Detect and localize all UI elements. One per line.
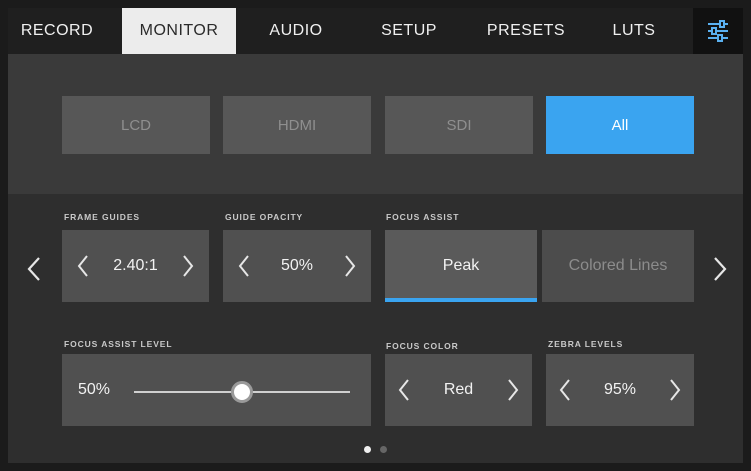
chevron-left-icon [238,255,249,277]
chevron-right-icon [670,379,681,401]
tab-setup[interactable]: SETUP [364,8,454,54]
tab-record[interactable]: RECORD [8,8,106,54]
focus-assist-level-label: FOCUS ASSIST LEVEL [64,339,173,349]
chevron-right-icon [183,255,194,277]
zebra-levels-decrease[interactable] [554,375,576,405]
tab-presets[interactable]: PRESETS [476,8,576,54]
focus-color-stepper: Red [385,354,532,426]
prev-page-arrow[interactable] [22,249,46,289]
output-hdmi-button[interactable]: HDMI [223,96,371,154]
zebra-levels-value: 95% [603,381,637,398]
focus-assist-colored-lines-option[interactable]: Colored Lines [542,230,694,302]
tab-monitor[interactable]: MONITOR [122,8,236,54]
focus-assist-label: FOCUS ASSIST [386,212,460,222]
page-dot-active[interactable] [364,446,371,453]
guide-opacity-stepper: 50% [223,230,371,302]
output-all-button[interactable]: All [546,96,694,154]
guide-opacity-label: GUIDE OPACITY [225,212,304,222]
next-page-arrow[interactable] [708,249,732,289]
settings-tab[interactable] [693,8,743,54]
frame-guides-stepper: 2.40:1 [62,230,209,302]
chevron-left-icon [398,379,409,401]
guide-opacity-value: 50% [280,257,314,274]
guide-opacity-increase[interactable] [339,251,361,281]
chevron-left-icon [77,255,88,277]
output-sdi-button[interactable]: SDI [385,96,533,154]
output-lcd-button[interactable]: LCD [62,96,210,154]
output-selector-panel: LCD HDMI SDI All [8,54,743,194]
guide-opacity-decrease[interactable] [233,251,255,281]
tab-bar: RECORD MONITOR AUDIO SETUP PRESETS LUTS [8,8,743,54]
chevron-left-icon [27,257,40,281]
slider-knob[interactable] [231,381,253,403]
frame-guides-increase[interactable] [177,251,199,281]
monitor-settings-panel: FRAME GUIDES 2.40:1 GUIDE OPACITY 50% FO… [8,194,743,463]
chevron-right-icon [345,255,356,277]
frame-guides-label: FRAME GUIDES [64,212,140,222]
frame-guides-value: 2.40:1 [113,257,158,274]
focus-assist-level-slider[interactable]: 50% [62,354,371,426]
sliders-icon [708,20,728,42]
focus-assist-peak-option[interactable]: Peak [385,230,537,302]
chevron-right-icon [714,257,727,281]
focus-color-decrease[interactable] [393,375,415,405]
focus-color-value: Red [443,381,474,398]
page-indicator [8,446,743,453]
focus-color-label: FOCUS COLOR [386,341,459,351]
page-dot[interactable] [380,446,387,453]
chevron-left-icon [559,379,570,401]
tab-luts[interactable]: LUTS [596,8,672,54]
zebra-levels-label: ZEBRA LEVELS [548,339,624,349]
frame-guides-decrease[interactable] [72,251,94,281]
zebra-levels-stepper: 95% [546,354,694,426]
zebra-levels-increase[interactable] [664,375,686,405]
focus-color-increase[interactable] [502,375,524,405]
focus-assist-level-value: 50% [78,381,111,398]
tab-audio[interactable]: AUDIO [250,8,342,54]
chevron-right-icon [508,379,519,401]
